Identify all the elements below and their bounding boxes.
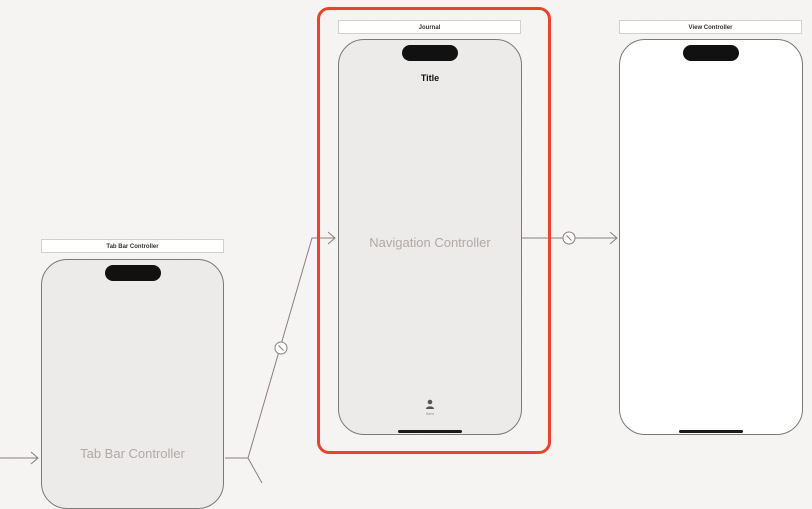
dynamic-island <box>104 265 161 281</box>
dynamic-island <box>683 45 739 61</box>
scene-label-tab-bar[interactable]: Tab Bar Controller <box>41 239 224 253</box>
scene-label-view-controller[interactable]: View Controller <box>619 20 802 34</box>
segue-icon[interactable] <box>274 341 288 355</box>
tab-bar-center-label: Tab Bar Controller <box>80 446 185 461</box>
segue-line-tab-second[interactable] <box>247 457 263 483</box>
tab-bar-controller-scene[interactable]: Tab Bar Controller <box>41 259 224 509</box>
home-indicator <box>679 430 743 433</box>
selection-highlight <box>317 7 551 454</box>
segue-icon[interactable] <box>562 231 576 245</box>
view-controller-scene[interactable] <box>619 39 803 435</box>
